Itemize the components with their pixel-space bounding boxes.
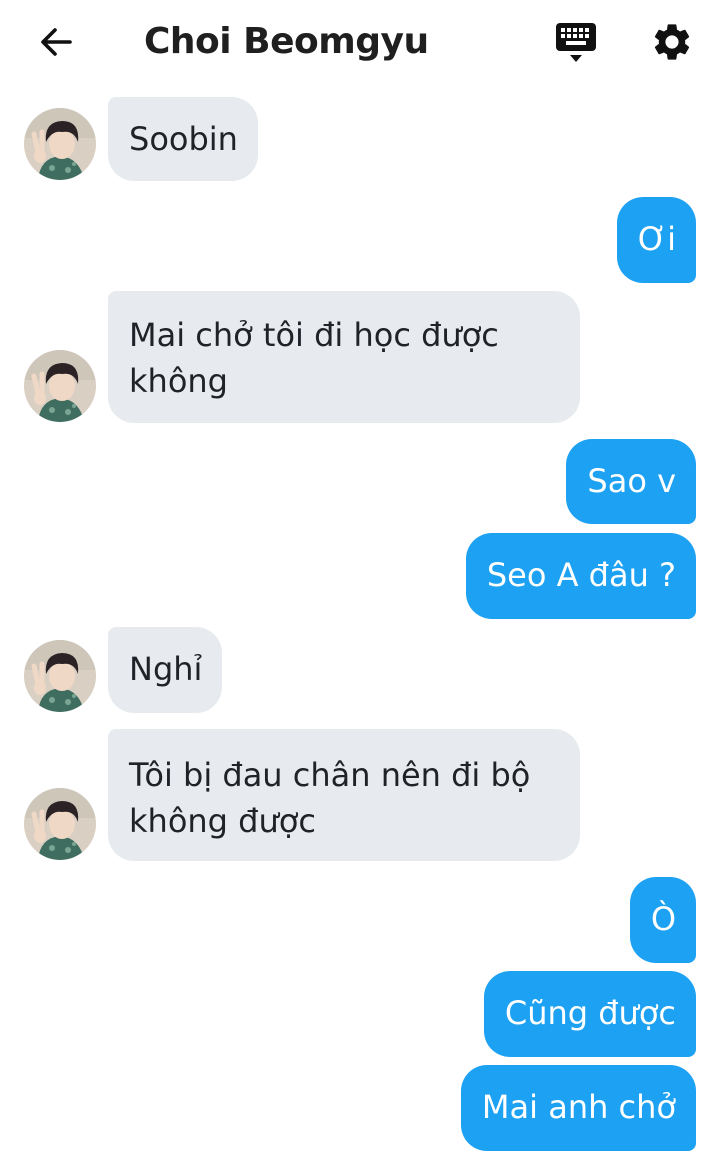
avatar[interactable] <box>24 350 96 422</box>
page-title: Choi Beomgyu <box>144 21 429 62</box>
incoming-message[interactable]: Tôi bị đau chân nên đi bộ không được <box>108 729 580 861</box>
avatar-photo <box>24 640 96 712</box>
incoming-message[interactable]: Soobin <box>108 97 258 181</box>
settings-button[interactable] <box>648 18 696 66</box>
arrow-left-icon <box>41 28 72 56</box>
keyboard-button[interactable] <box>552 20 600 66</box>
outgoing-message[interactable]: Ò <box>629 877 696 963</box>
outgoing-message[interactable]: Sao v <box>566 439 696 524</box>
outgoing-message[interactable]: Mai anh chở <box>460 1065 696 1151</box>
gear-icon <box>654 24 690 60</box>
chat-header: Choi Beomgyu <box>0 0 720 84</box>
avatar[interactable] <box>24 788 96 860</box>
avatar-photo <box>24 350 96 422</box>
avatar-photo <box>24 788 96 860</box>
incoming-message[interactable]: Mai chở tôi đi học được không <box>108 291 580 423</box>
outgoing-message[interactable]: Ơi <box>616 197 696 283</box>
keyboard-icon <box>556 23 596 62</box>
back-button[interactable] <box>32 20 80 64</box>
avatar-photo <box>24 108 96 180</box>
outgoing-message[interactable]: Cũng được <box>483 971 696 1057</box>
outgoing-message[interactable]: Seo A đâu ? <box>465 533 696 619</box>
avatar[interactable] <box>24 108 96 180</box>
avatar[interactable] <box>24 640 96 712</box>
incoming-message[interactable]: Nghỉ <box>108 627 223 713</box>
